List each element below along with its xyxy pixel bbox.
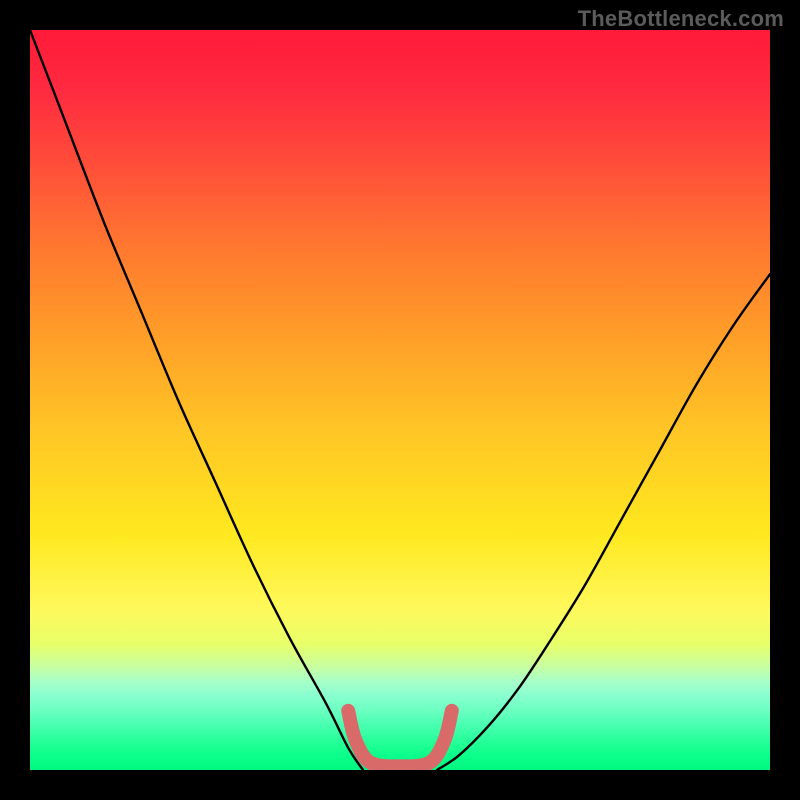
watermark-text: TheBottleneck.com: [578, 6, 784, 32]
plot-area: [30, 30, 770, 770]
chart-frame: TheBottleneck.com: [0, 0, 800, 800]
curve-layer: [30, 30, 770, 770]
right-curve: [437, 274, 770, 770]
left-curve: [30, 30, 363, 770]
trough-highlight: [348, 711, 452, 767]
